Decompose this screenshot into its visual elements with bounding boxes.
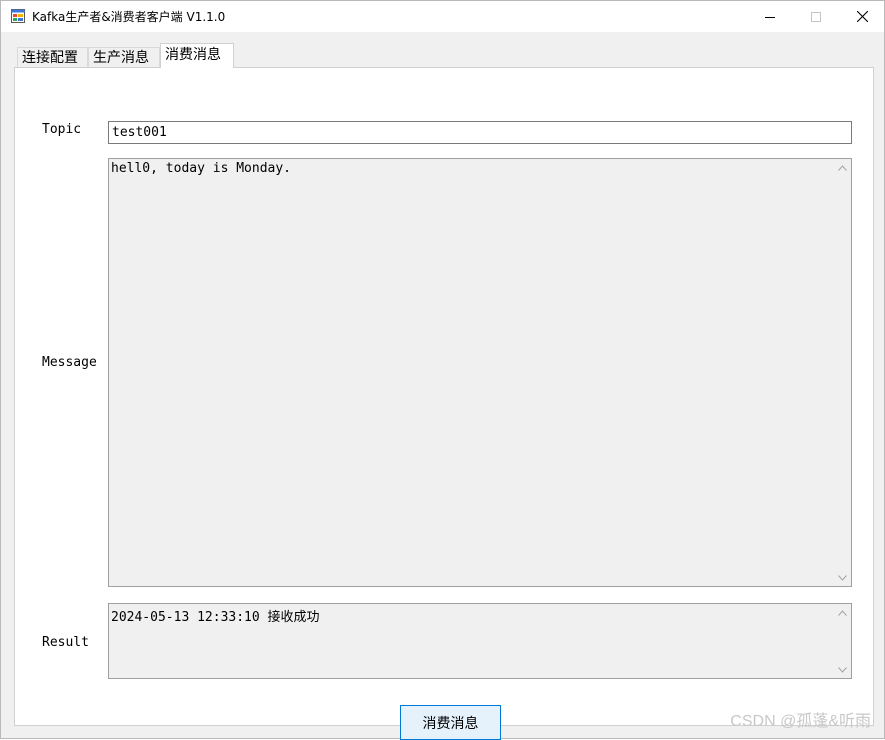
- scroll-down-button[interactable]: [834, 569, 851, 586]
- minimize-button[interactable]: [747, 1, 793, 32]
- result-label: Result: [42, 635, 89, 650]
- tab-panel: Topic Message hell0, today is Monday.: [14, 67, 874, 740]
- scroll-down-button[interactable]: [834, 661, 851, 678]
- chevron-down-icon: [838, 666, 847, 673]
- client-area: 连接配置 生产消息 消费消息 Topic Message hell0, toda…: [1, 32, 884, 740]
- chevron-up-icon: [838, 164, 847, 171]
- app-window-icon: [11, 9, 25, 23]
- result-text: 2024-05-13 12:33:10 接收成功: [111, 610, 320, 625]
- topic-label: Topic: [42, 122, 82, 137]
- chevron-down-icon: [838, 574, 847, 581]
- result-textarea[interactable]: 2024-05-13 12:33:10 接收成功: [108, 603, 852, 679]
- app-window: Kafka生产者&消费者客户端 V1.1.0 连接配置 生产消息 消费消息 To…: [0, 0, 885, 740]
- message-text: hell0, today is Monday.: [111, 161, 292, 176]
- topic-input[interactable]: [108, 121, 852, 144]
- tab-produce-message[interactable]: 生产消息: [88, 47, 160, 67]
- result-scrollbar[interactable]: [834, 604, 851, 678]
- window-title: Kafka生产者&消费者客户端 V1.1.0: [32, 10, 226, 24]
- chevron-up-icon: [838, 609, 847, 616]
- minimize-icon: [765, 16, 775, 18]
- watermark: CSDN @孤蓬&听雨: [730, 713, 871, 730]
- maximize-icon: [811, 11, 821, 22]
- message-scrollbar[interactable]: [834, 159, 851, 586]
- scroll-up-button[interactable]: [834, 159, 851, 176]
- consume-message-button[interactable]: 消费消息: [400, 705, 501, 740]
- close-button[interactable]: [839, 1, 885, 32]
- maximize-button[interactable]: [793, 1, 839, 32]
- tab-connection-config[interactable]: 连接配置: [17, 47, 88, 67]
- tab-consume-message[interactable]: 消费消息: [160, 43, 234, 68]
- scroll-up-button[interactable]: [834, 604, 851, 621]
- close-icon: [856, 11, 868, 22]
- message-label: Message: [42, 355, 97, 370]
- message-textarea[interactable]: hell0, today is Monday.: [108, 158, 852, 587]
- title-bar[interactable]: Kafka生产者&消费者客户端 V1.1.0: [1, 1, 884, 32]
